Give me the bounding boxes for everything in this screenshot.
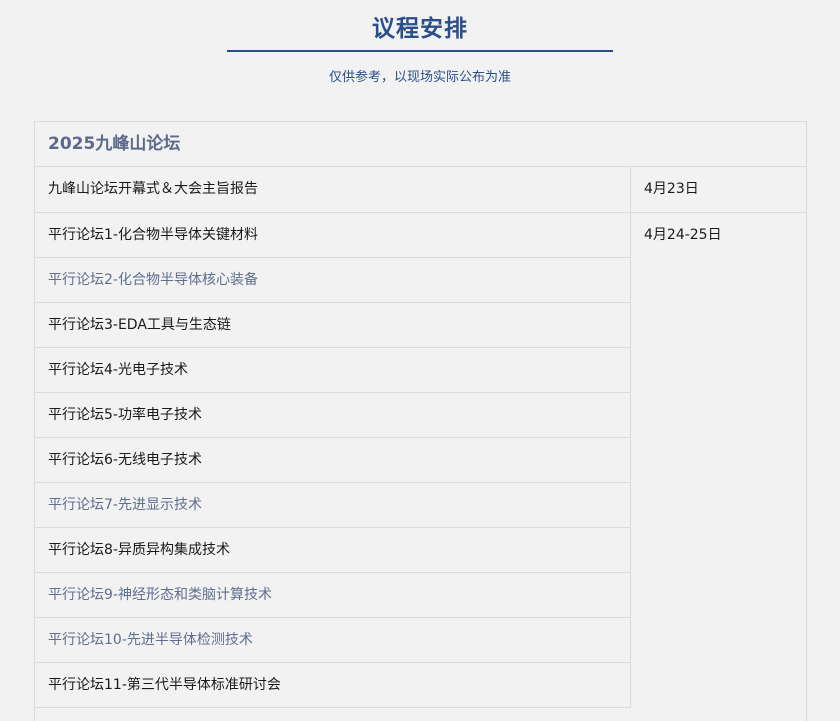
session-name[interactable]: 九峰山论坛开幕式＆大会主旨报告 [35,167,631,212]
session-name[interactable]: 平行论坛3-EDA工具与生态链 [35,303,631,348]
session-name[interactable]: 平行论坛2-化合物半导体核心装备 [35,258,631,303]
session-name[interactable]: 平行论坛4-光电子技术 [35,348,631,393]
table-row: 平行论坛10-先进半导体检测技术 [35,618,806,663]
table-row: 九峰山论坛开幕式＆大会主旨报告 4月23日 [35,167,806,213]
session-name[interactable]: 平行论坛9-神经形态和类脑计算技术 [35,573,631,618]
table-row: 平行论坛1-化合物半导体关键材料 4月24-25日 [35,213,806,258]
table-row: 平行论坛9-神经形态和类脑计算技术 [35,573,806,618]
schedule-rows: 九峰山论坛开幕式＆大会主旨报告 4月23日 平行论坛1-化合物半导体关键材料 4… [35,167,806,708]
session-name[interactable]: 平行论坛6-无线电子技术 [35,438,631,483]
session-name[interactable]: 平行论坛8-异质异构集成技术 [35,528,631,573]
table-row: 平行论坛5-功率电子技术 [35,393,806,438]
table-row: 平行论坛4-光电子技术 [35,348,806,393]
table-row: 平行论坛3-EDA工具与生态链 [35,303,806,348]
table-row: 平行论坛8-异质异构集成技术 [35,528,806,573]
session-name[interactable]: 平行论坛11-第三代半导体标准研讨会 [35,663,631,708]
session-date: 4月23日 [644,181,699,197]
session-name[interactable]: 平行论坛10-先进半导体检测技术 [35,618,631,663]
session-name[interactable]: 平行论坛1-化合物半导体关键材料 [35,213,631,258]
session-name[interactable]: 平行论坛7-先进显示技术 [35,483,631,528]
schedule-table: 2025九峰山论坛 九峰山论坛开幕式＆大会主旨报告 4月23日 平行论坛1-化合… [34,121,807,721]
agenda-page: 议程安排 仅供参考，以现场实际公布为准 2025九峰山论坛 九峰山论坛开幕式＆大… [0,0,840,721]
page-subtitle: 仅供参考，以现场实际公布为准 [328,70,511,85]
table-row: 平行论坛2-化合物半导体核心装备 [35,258,806,303]
session-date: 4月24-25日 [644,227,722,243]
title-underline [227,50,613,52]
table-row: 平行论坛11-第三代半导体标准研讨会 [35,663,806,708]
page-title: 议程安排 [372,16,468,42]
table-row: 平行论坛7-先进显示技术 [35,483,806,528]
schedule-title: 2025九峰山论坛 [35,122,806,167]
table-row: 平行论坛6-无线电子技术 [35,438,806,483]
session-name[interactable]: 平行论坛5-功率电子技术 [35,393,631,438]
